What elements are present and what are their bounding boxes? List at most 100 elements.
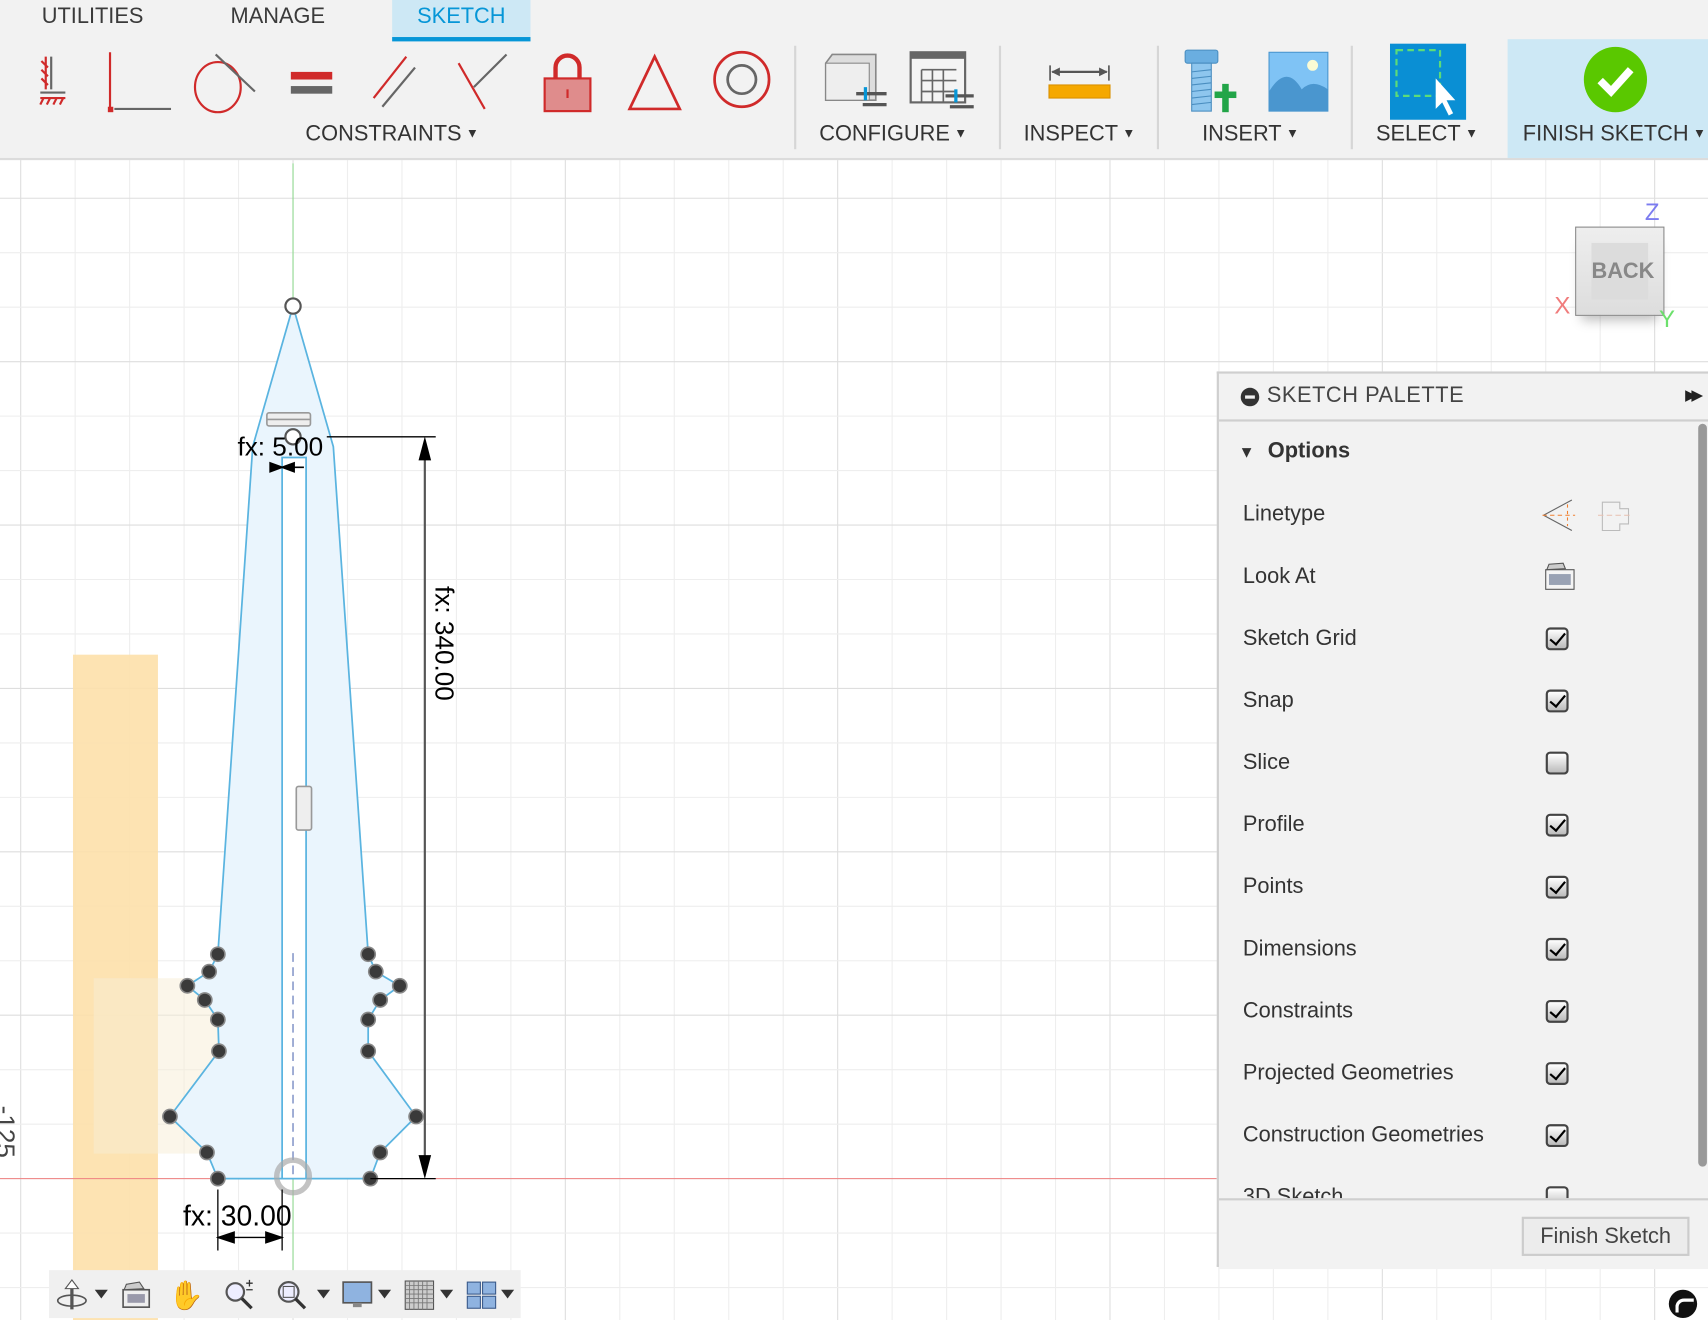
insert-menu[interactable]: INSERT ▼ [1202, 122, 1299, 147]
pan-icon[interactable]: ✋ [169, 1279, 204, 1312]
centerline-linetype-icon[interactable] [1598, 498, 1633, 533]
checkbox-construction-geometries[interactable] [1545, 1124, 1569, 1148]
grid-dropdown[interactable] [440, 1289, 454, 1299]
palette-row-label: Dimensions [1242, 936, 1357, 961]
zoom-dropdown[interactable] [316, 1289, 331, 1299]
checkbox-dimensions[interactable] [1545, 937, 1569, 961]
sketch-point[interactable] [360, 1011, 377, 1028]
perpendicular-constraint-button[interactable] [446, 48, 514, 116]
palette-row-label: Slice [1242, 750, 1291, 775]
sketch-point[interactable] [209, 946, 226, 963]
view-cube-face-back[interactable]: BACK [1591, 242, 1654, 300]
caret-down-icon: ▼ [1465, 125, 1479, 141]
fix-constraint-button[interactable] [20, 48, 88, 116]
insert-menu-label: INSERT [1202, 122, 1282, 146]
parallel-constraint-button[interactable] [363, 48, 431, 116]
sketch-point[interactable] [179, 977, 196, 994]
change-parameters-button[interactable] [819, 48, 887, 116]
palette-row-label: Projected Geometries [1242, 1060, 1454, 1085]
display-settings-icon[interactable] [341, 1279, 374, 1312]
viewports-icon[interactable] [465, 1279, 498, 1312]
constraints-menu[interactable]: CONSTRAINTS ▼ [305, 122, 478, 147]
symmetry-constraint-button[interactable] [621, 48, 689, 116]
orbit-dropdown[interactable] [94, 1289, 108, 1299]
bottom-width-dimension-label[interactable]: fx: 30.00 [183, 1200, 292, 1232]
divider [998, 45, 1002, 150]
caret-down-icon: ▼ [1122, 125, 1136, 141]
sketch-point[interactable] [360, 946, 377, 963]
look-at-icon[interactable] [120, 1279, 153, 1312]
orbit-icon[interactable] [56, 1279, 89, 1312]
checkbox-points[interactable] [1545, 875, 1569, 899]
insert-canvas-button[interactable] [1265, 48, 1333, 116]
tangent-icon [193, 53, 256, 114]
caret-down-icon: ▼ [1285, 125, 1299, 141]
finish-sketch-menu[interactable]: FINISH SKETCH ▼ [1523, 122, 1706, 147]
equal-constraint-button[interactable] [278, 48, 346, 116]
vertical-constraint-icon[interactable] [295, 785, 313, 831]
coincident-constraint-button[interactable] [106, 48, 174, 116]
checkbox-sketch-grid[interactable] [1545, 627, 1569, 651]
inspect-menu[interactable]: INSPECT ▼ [1024, 122, 1136, 147]
divider [1156, 45, 1160, 150]
checkbox-constraints[interactable] [1545, 999, 1569, 1023]
tab-manage[interactable]: MANAGE [207, 0, 349, 37]
sketch-point[interactable] [211, 1043, 227, 1060]
sketch-point[interactable] [201, 963, 218, 980]
sketch-point[interactable] [391, 977, 408, 994]
palette-scrollbar[interactable] [1698, 423, 1707, 1167]
sketch-point[interactable] [196, 992, 213, 1008]
checkbox-projected-geometries[interactable] [1545, 1062, 1569, 1085]
zoom-icon[interactable] [223, 1279, 256, 1312]
palette-row-label: Constraints [1242, 998, 1354, 1023]
tab-utilities[interactable]: UTILITIES [22, 0, 164, 37]
viewports-dropdown[interactable] [501, 1289, 515, 1299]
configure-table-button[interactable] [906, 48, 974, 116]
checkbox-slice[interactable] [1545, 751, 1569, 775]
table-icon [909, 51, 974, 109]
look-at-icon[interactable] [1544, 560, 1577, 593]
sketch-point[interactable] [372, 992, 389, 1008]
height-dimension-label[interactable]: fx: 340.00 [430, 586, 460, 701]
concentric-constraint-button[interactable] [708, 48, 776, 116]
select-menu[interactable]: SELECT ▼ [1376, 122, 1478, 147]
zoom-window-icon[interactable] [276, 1279, 309, 1312]
view-cube[interactable]: BACK [1575, 226, 1665, 316]
insert-mcmaster-button[interactable] [1179, 48, 1247, 116]
display-dropdown[interactable] [377, 1289, 392, 1299]
sketch-point[interactable] [209, 1170, 226, 1187]
apex-point[interactable] [284, 297, 302, 315]
ribbon-toolbar: UTILITIES MANAGE SKETCH CONSTRAINTS ▼ CON… [0, 0, 1708, 161]
sketch-point[interactable] [162, 1108, 178, 1125]
caret-down-icon: ▼ [1692, 125, 1706, 141]
sketch-point[interactable] [372, 1144, 389, 1161]
top-width-dimension-label[interactable]: fx: 5.00 [237, 431, 323, 461]
sketch-point[interactable] [209, 1011, 226, 1028]
sketch-point[interactable] [367, 963, 384, 980]
concentric-icon [713, 50, 771, 109]
checkbox-3d-sketch[interactable] [1545, 1186, 1569, 1199]
divider [1350, 45, 1353, 150]
sketch-point[interactable] [408, 1108, 425, 1125]
equal-icon [290, 71, 333, 94]
finish-sketch-palette-button[interactable]: Finish Sketch [1521, 1216, 1690, 1256]
checkbox-profile[interactable] [1545, 813, 1569, 837]
tangent-constraint-button[interactable] [190, 48, 258, 116]
palette-options-list: Linetype Look At Sketch Grid Snap Slice Profi… [1219, 374, 1698, 1199]
configure-menu[interactable]: CONFIGURE ▼ [819, 122, 967, 147]
coincident-icon [107, 52, 172, 113]
fix-unfix-button[interactable] [534, 48, 602, 116]
select-button[interactable] [1389, 43, 1467, 120]
sketch-point[interactable] [199, 1144, 215, 1161]
tab-sketch[interactable]: SKETCH [392, 0, 531, 42]
palette-row-label: 3D Sketch [1242, 1185, 1344, 1199]
measure-button[interactable] [1046, 48, 1114, 116]
sketch-point[interactable] [360, 1043, 377, 1060]
palette-row-label: Linetype [1242, 502, 1326, 527]
grid-settings-icon[interactable] [403, 1279, 436, 1312]
cube-parameters-icon [824, 53, 887, 107]
checkbox-snap[interactable] [1545, 689, 1569, 713]
finish-sketch-button[interactable] [1582, 46, 1650, 114]
construction-linetype-icon[interactable] [1541, 498, 1576, 533]
horizontal-constraint-icon[interactable] [266, 412, 312, 427]
